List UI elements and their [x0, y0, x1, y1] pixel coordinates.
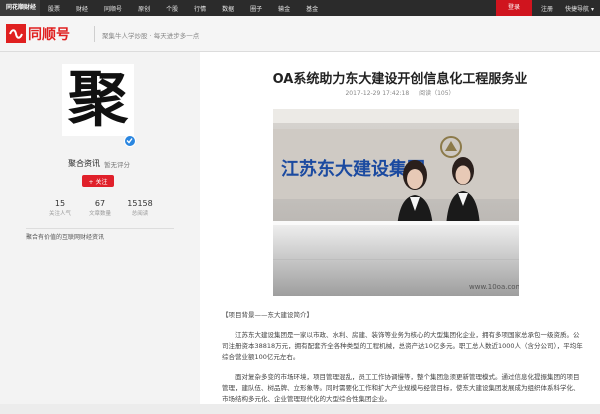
article-title: OA系统助力东大建设开创信息化工程服务业	[272, 72, 528, 87]
author-name[interactable]: 聚合资讯	[68, 158, 100, 169]
article-panel: OA系统助力东大建设开创信息化工程服务业 2017-12-29 17:42:18…	[200, 52, 600, 404]
nav-link-tonghuashun-hao[interactable]: 同顺号	[96, 4, 130, 13]
nav-link-stocks[interactable]: 股票	[40, 4, 68, 13]
logo-text: 同顺号	[28, 26, 70, 43]
body-paragraph: 面对复杂多变的市场环境，项目管理混乱，员工工作协调慢等，整个集团急须更新管理模式…	[222, 373, 580, 403]
article-photo: 江苏东大建设集团 www.10oa.com	[273, 109, 519, 296]
stat-value: 67	[94, 199, 106, 208]
stat-articles: 67 文章数量	[78, 199, 122, 217]
nav-links: 股票 财经 同顺号 原创 个股 行情 数据 圈子 输金 基金	[40, 4, 326, 13]
author-bio: 聚合有价值的互联网财经资讯	[26, 234, 105, 241]
quick-nav-label: 快捷导航	[565, 5, 590, 13]
author-avatar[interactable]: 聚	[62, 64, 134, 136]
nav-link-circles[interactable]: 圈子	[242, 4, 270, 13]
stat-total-reads: 15158 总阅读	[118, 199, 162, 217]
section-heading: 【项目背景——东大建设简介】	[222, 311, 313, 319]
nav-link-finance[interactable]: 财经	[68, 4, 96, 13]
stat-value: 15	[54, 199, 66, 208]
stat-label: 文章数量	[88, 211, 111, 217]
nav-link-gold[interactable]: 输金	[270, 4, 298, 13]
reception-photo: 江苏东大建设集团 www.10oa.com	[273, 109, 519, 296]
account-actions: 登录 注册 快捷导航 ▾	[496, 0, 600, 16]
article-body: 【项目背景——东大建设简介】 江苏东大建设集团是一家以市政、水利、房建、装饰等业…	[222, 310, 584, 414]
logo-mark-icon	[6, 24, 26, 43]
stat-label: 关注人气	[48, 211, 71, 217]
nav-link-funds[interactable]: 基金	[298, 4, 326, 13]
publish-time: 2017-12-29 17:42:18	[345, 90, 410, 97]
nav-link-individual-stocks[interactable]: 个股	[158, 4, 186, 13]
chevron-down-icon: ▾	[590, 5, 594, 13]
site-header: 同顺号 聚集牛人学炒股 · 每天进步多一点	[0, 16, 600, 52]
author-rating: 暂无评分	[104, 161, 130, 169]
quick-nav-menu[interactable]: 快捷导航 ▾	[562, 4, 600, 13]
sidebar-divider	[26, 228, 174, 229]
stat-value: 15158	[127, 199, 153, 208]
nav-link-original[interactable]: 原创	[130, 4, 158, 13]
nav-link-data[interactable]: 数据	[214, 4, 242, 13]
header-slogan: 聚集牛人学炒股 · 每天进步多一点	[102, 32, 200, 40]
login-button[interactable]: 登录	[496, 0, 533, 16]
verified-badge-icon	[124, 135, 136, 147]
top-nav-bar: 同花顺财经 股票 财经 同顺号 原创 个股 行情 数据 圈子 输金 基金 登录 …	[0, 0, 600, 16]
follow-button[interactable]: + 关注	[82, 175, 114, 187]
stat-followers: 15 关注人气	[38, 199, 82, 217]
read-count: 阅读（105）	[419, 90, 455, 97]
author-sidebar: 聚 聚合资讯 暂无评分 + 关注 15 关注人气 67 文章数量 15158 总…	[0, 52, 200, 404]
stat-label: 总阅读	[131, 211, 149, 217]
register-link[interactable]: 注册	[532, 4, 562, 13]
site-brand-link[interactable]: 同花顺财经	[0, 0, 41, 16]
article-meta: 2017-12-29 17:42:18 阅读（105）	[200, 88, 600, 97]
photo-watermark: www.10oa.com	[469, 283, 519, 291]
nav-link-quotes[interactable]: 行情	[186, 4, 214, 13]
body-paragraph: 江苏东大建设集团是一家以市政、水利、房建、装饰等业务为核心的大型集团化企业，拥有…	[222, 331, 583, 361]
header-divider	[94, 26, 95, 42]
site-logo[interactable]: 同顺号	[6, 24, 70, 43]
